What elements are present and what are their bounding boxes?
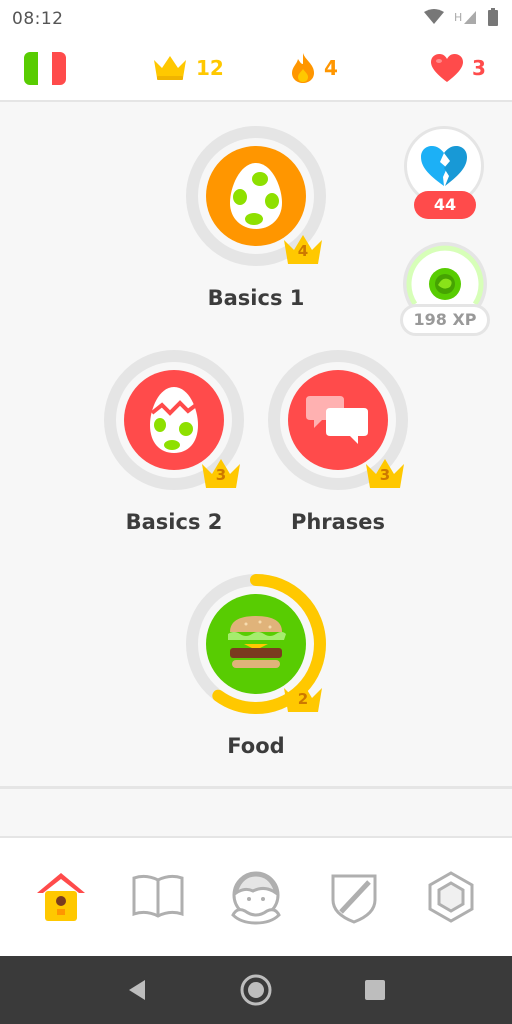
xp-orb-icon [429, 268, 461, 300]
crown-level-badge: 3 [364, 456, 406, 492]
speech-bubbles-icon [306, 396, 368, 444]
shop-gem-icon [428, 871, 474, 923]
hearts-count: 3 [472, 56, 486, 80]
clock: 08:12 [12, 9, 64, 29]
skill-label: Food [227, 734, 285, 758]
top-stats-bar: 12 4 3 [0, 36, 512, 102]
skill-basics-2[interactable]: 3 Basics 2 [94, 350, 254, 534]
bottom-navigation [0, 836, 512, 956]
skill-phrases[interactable]: 3 Phrases [258, 350, 418, 534]
skill-food[interactable]: 2 Food [176, 574, 336, 758]
home-circle-icon[interactable] [239, 973, 273, 1007]
crown-level-badge: 4 [282, 232, 324, 268]
crown-level-badge: 3 [200, 456, 242, 492]
xp-progress-widget[interactable]: 198 XP [400, 242, 490, 342]
nav-stories-button[interactable] [126, 865, 190, 929]
xp-label: 198 XP [400, 304, 490, 336]
skill-basics-1[interactable]: 4 Basics 1 [176, 126, 336, 310]
skill-label: Phrases [290, 510, 386, 534]
svg-text:H: H [454, 11, 462, 24]
status-icons: H [424, 8, 498, 26]
battery-icon [488, 8, 498, 26]
flame-icon [292, 53, 314, 83]
streak-count: 4 [324, 56, 338, 80]
nav-leagues-button[interactable] [322, 865, 386, 929]
language-flag-button[interactable] [24, 52, 66, 85]
recents-square-icon[interactable] [363, 978, 387, 1002]
signal-icon: H [454, 11, 476, 24]
skill-disc [288, 370, 388, 470]
app-screen: 08:12 H 12 4 3 4 Basics 1 44 198 XP 3 Ba… [0, 0, 512, 1024]
burger-icon [228, 616, 286, 668]
status-bar: 08:12 H [0, 0, 512, 36]
crown-level: 3 [215, 466, 227, 484]
skill-disc [206, 146, 306, 246]
android-navigation-bar [0, 956, 512, 1024]
crown-level: 2 [297, 690, 309, 708]
skill-progress-ring: 3 [268, 350, 408, 490]
crown-level-badge: 2 [282, 680, 324, 716]
crown-level: 3 [379, 466, 391, 484]
nav-home-button[interactable] [29, 865, 93, 929]
skill-progress-ring: 4 [186, 126, 326, 266]
skill-progress-ring: 2 [186, 574, 326, 714]
nav-profile-button[interactable] [224, 865, 288, 929]
skill-label: Basics 2 [125, 510, 223, 534]
profile-icon [231, 871, 281, 925]
crown-icon [154, 56, 186, 80]
cracked-egg-icon [150, 387, 198, 453]
crowns-count: 12 [196, 56, 224, 80]
stories-book-icon [132, 874, 184, 918]
back-icon[interactable] [125, 978, 149, 1002]
skill-progress-ring: 3 [104, 350, 244, 490]
egg-icon [230, 163, 282, 229]
skill-label: Basics 1 [207, 286, 305, 310]
league-shield-icon [331, 874, 377, 924]
crown-level: 4 [297, 242, 309, 260]
section-divider [0, 786, 512, 789]
skill-disc [206, 594, 306, 694]
broken-heart-count: 44 [414, 191, 476, 219]
wifi-icon [424, 9, 444, 24]
nav-shop-button[interactable] [419, 865, 483, 929]
heart-icon [431, 54, 463, 82]
home-icon [36, 873, 85, 921]
crowns-counter[interactable]: 12 [152, 50, 224, 86]
skill-disc [124, 370, 224, 470]
broken-heart-widget[interactable]: 44 [404, 126, 484, 220]
hearts-counter[interactable]: 3 [430, 50, 486, 86]
broken-heart-icon [421, 146, 467, 186]
streak-counter[interactable]: 4 [290, 50, 338, 86]
